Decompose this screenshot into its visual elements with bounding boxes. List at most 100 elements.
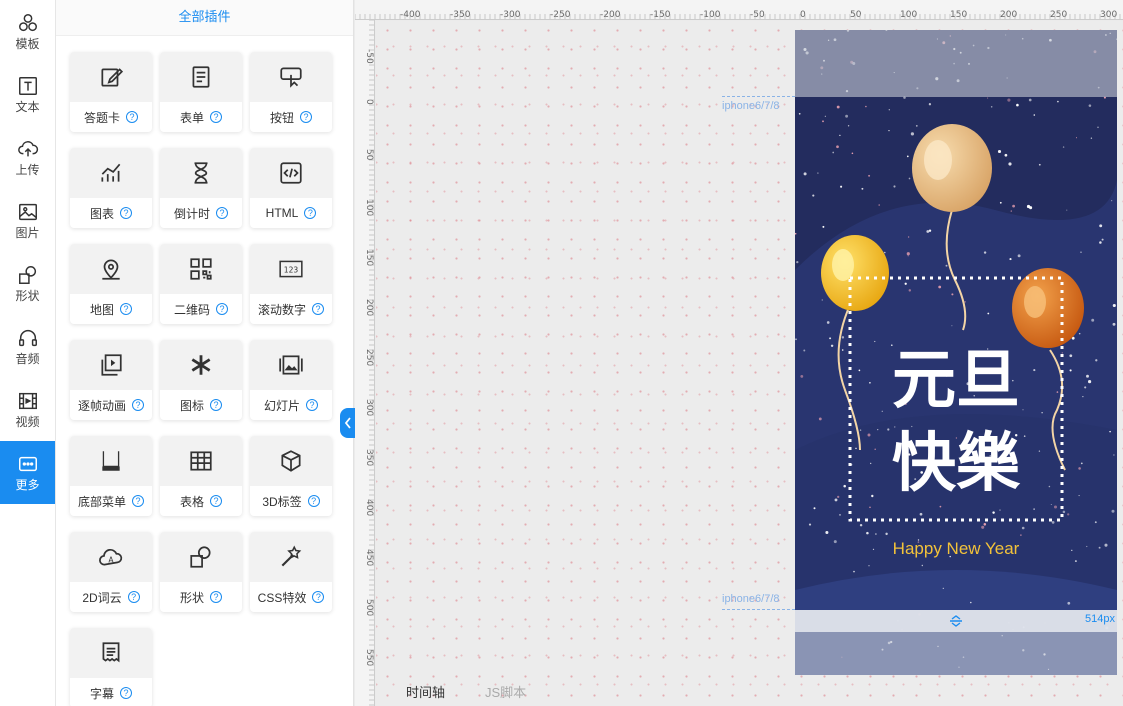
plugin-card[interactable]: 二维码? xyxy=(160,244,242,324)
panel-title: 全部插件 xyxy=(56,0,353,36)
plugin-card[interactable]: HTML? xyxy=(250,148,332,228)
star-dot xyxy=(1097,126,1099,129)
help-icon[interactable]: ? xyxy=(210,591,222,603)
star-dot xyxy=(921,564,923,567)
plugin-card[interactable]: 表单? xyxy=(160,52,242,132)
star-dot xyxy=(1084,386,1087,389)
star-dot xyxy=(942,587,944,590)
plugin-card[interactable]: 逐帧动画? xyxy=(70,340,152,420)
star-dot xyxy=(825,530,829,535)
help-icon[interactable]: ? xyxy=(210,399,222,411)
help-icon[interactable]: ? xyxy=(216,207,228,219)
help-icon[interactable]: ? xyxy=(312,591,325,603)
plugin-card[interactable]: 形状? xyxy=(160,532,242,612)
collapse-panel-button[interactable] xyxy=(340,408,355,438)
plugin-card[interactable]: 倒计时? xyxy=(160,148,242,228)
rail-item-upload[interactable]: 上传 xyxy=(0,126,55,189)
star-dot xyxy=(803,172,807,176)
rail-item-text[interactable]: 文本 xyxy=(0,63,55,126)
plugin-card[interactable]: A 2D词云? xyxy=(70,532,152,612)
star-dot xyxy=(1010,210,1012,212)
star-dot xyxy=(928,103,932,106)
star-dot xyxy=(884,251,886,254)
help-icon[interactable]: ? xyxy=(132,495,144,507)
help-icon[interactable]: ? xyxy=(216,303,228,315)
plugin-card[interactable]: 表格? xyxy=(160,436,242,516)
star-dot xyxy=(1038,450,1041,452)
rail-item-video[interactable]: 视频 xyxy=(0,378,55,441)
plugin-card[interactable]: 3D标签? xyxy=(250,436,332,516)
plugin-card[interactable]: 幻灯片? xyxy=(250,340,332,420)
page-height-handle[interactable] xyxy=(795,610,1117,632)
ruler-tick-label: -50 xyxy=(750,10,765,20)
tab-timeline[interactable]: 时间轴 xyxy=(406,682,445,701)
rail-item-audio[interactable]: 音频 xyxy=(0,315,55,378)
star-dot xyxy=(1053,505,1058,509)
help-icon[interactable]: ? xyxy=(132,399,144,411)
help-icon[interactable]: ? xyxy=(120,207,132,219)
rail-item-shape[interactable]: 形状 xyxy=(0,252,55,315)
plugin-icon-wrap xyxy=(160,148,242,198)
plugin-card[interactable]: 字幕? xyxy=(70,628,152,706)
star-dot xyxy=(1111,200,1113,202)
more-icon xyxy=(18,456,37,472)
plugin-card[interactable]: 图标? xyxy=(160,340,242,420)
star-dot xyxy=(1109,430,1111,433)
star-dot xyxy=(1050,503,1052,506)
help-icon[interactable]: ? xyxy=(120,687,132,699)
ruler-tick-label: -150 xyxy=(650,10,671,20)
plugin-card[interactable]: 底部菜单? xyxy=(70,436,152,516)
help-icon[interactable]: ? xyxy=(304,207,317,219)
star-dot xyxy=(1112,303,1116,308)
text-icon xyxy=(18,77,37,95)
star-dot xyxy=(839,134,841,137)
star-dot xyxy=(983,523,987,526)
svg-text:123: 123 xyxy=(284,265,299,274)
plugin-label: HTML xyxy=(265,206,299,220)
plugin-icon-wrap xyxy=(70,436,152,486)
help-icon[interactable]: ? xyxy=(306,399,318,411)
plugin-card[interactable]: 123 滚动数字? xyxy=(250,244,332,324)
star-dot xyxy=(843,484,846,488)
slides-icon xyxy=(279,355,303,375)
help-icon[interactable]: ? xyxy=(210,495,222,507)
star-dot xyxy=(1017,254,1021,258)
help-icon[interactable]: ? xyxy=(300,111,312,123)
ruler-tick-label: 350 xyxy=(364,449,374,466)
plugin-panel: 全部插件 答题卡? 表单? 按钮? 图表? 倒计时? HTML? 地图? 二维码? 123 滚动数… xyxy=(56,0,354,706)
plugin-name-row: 答题卡? xyxy=(70,102,152,132)
star-dot xyxy=(877,428,879,431)
star-dot xyxy=(907,255,909,257)
rail-item-image[interactable]: 图片 xyxy=(0,189,55,252)
ruler-tick-label: -250 xyxy=(550,10,571,20)
plugin-card[interactable]: 图表? xyxy=(70,148,152,228)
plugin-label: 表单 xyxy=(179,110,204,125)
rail-item-template[interactable]: 模板 xyxy=(0,0,55,63)
plugin-card[interactable]: 答题卡? xyxy=(70,52,152,132)
help-icon[interactable]: ? xyxy=(307,495,320,507)
star-dot xyxy=(907,236,910,238)
plugin-icon-wrap xyxy=(250,532,332,582)
help-icon[interactable]: ? xyxy=(126,111,138,123)
plugin-card[interactable]: 按钮? xyxy=(250,52,332,132)
ruler-tick-label: 250 xyxy=(364,349,374,366)
help-icon[interactable]: ? xyxy=(127,591,140,603)
plugin-card[interactable]: 地图? xyxy=(70,244,152,324)
frames-icon xyxy=(101,354,122,376)
word-cloud-icon: A xyxy=(99,548,123,566)
help-icon[interactable]: ? xyxy=(312,303,324,315)
plugin-icon-wrap xyxy=(160,436,242,486)
star-dot xyxy=(1069,369,1072,372)
star-dot xyxy=(1101,238,1104,241)
form-icon xyxy=(192,66,210,88)
rail-item-more[interactable]: 更多 xyxy=(0,441,55,504)
star-dot xyxy=(1026,204,1031,209)
help-icon[interactable]: ? xyxy=(120,303,132,315)
tab-js-script[interactable]: JS脚本 xyxy=(485,682,526,701)
help-icon[interactable]: ? xyxy=(210,111,222,123)
star-dot xyxy=(834,498,838,502)
star-dot xyxy=(1113,454,1115,456)
plugin-card[interactable]: CSS特效? xyxy=(250,532,332,612)
poster-page[interactable]: 元旦 快樂 Happy New Year 514px xyxy=(795,30,1117,675)
star-dot xyxy=(1009,258,1012,261)
